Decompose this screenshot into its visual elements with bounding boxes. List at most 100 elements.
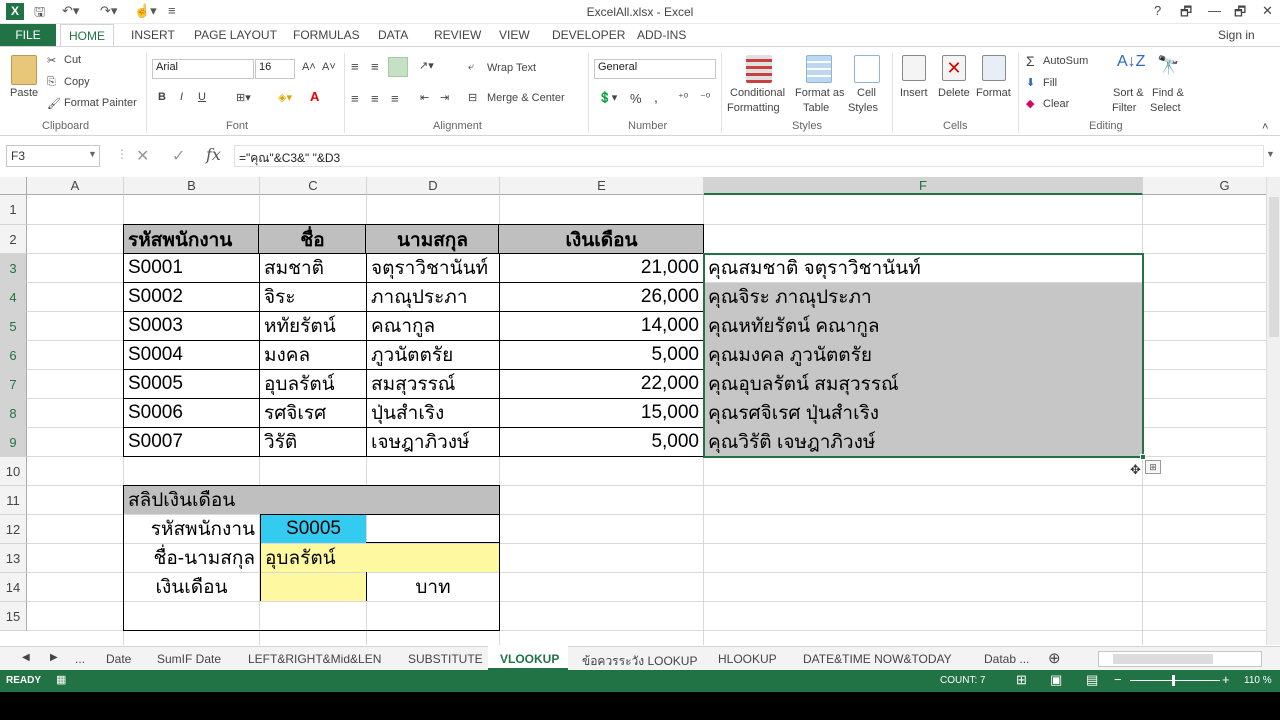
font-color-icon[interactable]: A [310,89,319,104]
align-bottom-icon[interactable] [388,57,408,77]
clear-icon[interactable]: ◆ [1026,97,1034,110]
tab-data[interactable]: DATA [378,28,408,42]
autosum-icon[interactable]: Σ [1026,53,1035,69]
format-cells-icon[interactable] [982,55,1006,81]
font-name-select[interactable]: Arial [152,59,254,79]
salary-slip-title[interactable]: สลิปเงินเดือน [124,486,499,514]
zoom-slider-thumb[interactable] [1172,675,1175,686]
select-all-corner[interactable] [0,177,27,195]
table-cell-salary[interactable]: 15,000 [500,399,703,427]
page-break-view-icon[interactable]: ▤ [1086,672,1098,688]
fill-button[interactable]: Fill [1043,77,1057,89]
row-header-14[interactable]: 14 [0,573,27,602]
merge-center-button[interactable]: Merge & Center [487,92,565,104]
table-cell-last[interactable]: ปุ่นสำเริง [367,399,499,427]
align-middle-icon[interactable]: ≡ [371,59,379,74]
paste-icon[interactable] [11,55,37,85]
row-header-9[interactable]: 9 [0,428,27,457]
fill-icon[interactable]: ⬇ [1026,76,1035,89]
tab-formulas[interactable]: FORMULAS [293,28,360,42]
format-cells-button[interactable]: Format [976,87,1011,99]
fill-color-icon[interactable]: ◈▾ [278,91,292,104]
conditional-formatting-button[interactable]: Conditional [730,87,785,99]
column-header-a[interactable]: A [27,177,124,195]
format-as-table-button[interactable]: Format as [795,87,845,99]
column-header-c[interactable]: C [260,177,367,195]
tab-page-layout[interactable]: PAGE LAYOUT [194,28,277,42]
new-sheet-icon[interactable]: ⊕ [1048,649,1061,667]
row-header-7[interactable]: 7 [0,370,27,399]
find-select-button[interactable]: Find & [1152,87,1184,99]
name-box[interactable]: F3 [6,145,100,167]
vertical-scrollbar[interactable] [1266,177,1280,645]
tab-developer[interactable]: DEVELOPER [552,28,625,42]
table-cell-id[interactable]: S0002 [124,283,259,311]
table-cell-salary[interactable]: 26,000 [500,283,703,311]
vertical-scroll-thumb[interactable] [1269,197,1279,337]
delete-cells-button[interactable]: Delete [938,87,970,99]
find-select-icon[interactable]: 🔭 [1157,55,1179,76]
row-header-12[interactable]: 12 [0,515,27,544]
table-cell-last[interactable]: สมสุวรรณ์ [367,370,499,398]
tab-add-ins[interactable]: ADD-INS [637,28,686,42]
table-cell-salary[interactable]: 5,000 [500,341,703,369]
sheet-tab-more[interactable]: ... [75,652,85,666]
tab-review[interactable]: REVIEW [434,28,481,42]
table-cell-fullname[interactable]: คุณหทัยรัตน์ คณากูล [704,312,1142,340]
row-header-15[interactable]: 15 [0,602,27,631]
column-header-d[interactable]: D [367,177,500,195]
slip-salary-value[interactable] [261,573,366,601]
align-center-icon[interactable]: ≡ [371,91,379,106]
row-header-5[interactable]: 5 [0,312,27,341]
insert-function-icon[interactable]: fx [206,145,221,164]
decrease-decimal-icon[interactable]: ⁻⁰ [700,91,710,104]
table-cell-last[interactable]: ภูวนัตตรัย [367,341,499,369]
sheet-tab-date-time[interactable]: DATE&TIME NOW&TODAY [803,652,952,666]
format-as-table-icon[interactable] [806,55,832,83]
increase-decimal-icon[interactable]: ⁺⁰ [678,91,688,104]
macro-record-icon[interactable]: ▦ [56,673,66,686]
table-cell-first[interactable]: อุบลรัตน์ [260,370,366,398]
wrap-text-button[interactable]: Wrap Text [487,62,536,74]
row-header-4[interactable]: 4 [0,283,27,312]
number-format-select[interactable]: General [594,59,716,79]
increase-indent-icon[interactable]: ⇥ [440,91,449,104]
row-header-13[interactable]: 13 [0,544,27,573]
next-sheet-icon[interactable]: ▶ [50,652,58,663]
horizontal-scrollbar[interactable] [1098,651,1262,667]
align-top-icon[interactable]: ≡ [351,59,359,74]
table-cell-first[interactable]: สมชาติ [260,254,366,282]
sort-filter-icon[interactable]: A↓Z [1117,53,1145,71]
cut-button[interactable]: Cut [64,54,81,66]
insert-cells-button[interactable]: Insert [900,87,928,99]
table-cell-fullname[interactable]: คุณมงคล ภูวนัตตรัย [704,341,1142,369]
header-first-name[interactable]: ชื่อ [260,225,366,254]
column-header-e[interactable]: E [500,177,704,195]
help-icon[interactable]: ? [1154,3,1161,18]
autosum-button[interactable]: AutoSum [1043,55,1088,67]
column-header-f[interactable]: F [704,177,1143,195]
row-header-10[interactable]: 10 [0,457,27,486]
sheet-tab-sumif-date[interactable]: SumIF Date [157,652,221,666]
table-cell-salary[interactable]: 14,000 [500,312,703,340]
zoom-slider[interactable] [1130,680,1220,681]
cancel-icon[interactable]: ✕ [136,146,149,166]
row-header-3[interactable]: 3 [0,254,27,283]
sheet-tab-lookup-caution[interactable]: ข้อควรระวัง LOOKUP [582,652,697,671]
table-cell-first[interactable]: หทัยรัตน์ [260,312,366,340]
slip-id-input[interactable]: S0005 [261,515,366,543]
cell-styles-icon[interactable] [854,55,880,83]
header-employee-id[interactable]: รหัสพนักงาน [124,225,259,254]
percent-button[interactable]: % [630,91,642,106]
table-cell-last[interactable]: ภาณุประภา [367,283,499,311]
table-cell-fullname[interactable]: คุณอุบลรัตน์ สมสุวรรณ์ [704,370,1142,398]
page-layout-view-icon[interactable]: ▣ [1050,672,1062,688]
tab-home[interactable]: HOME [60,24,114,48]
table-cell-salary[interactable]: 5,000 [500,428,703,456]
zoom-level[interactable]: 110 % [1244,675,1272,686]
comma-button[interactable]: , [654,89,658,105]
table-cell-last[interactable]: เจษฎาภิวงษ์ [367,428,499,456]
table-cell-fullname[interactable]: คุณจิระ ภาณุประภา [704,283,1142,311]
italic-button[interactable]: I [180,91,183,103]
horizontal-scroll-thumb[interactable] [1113,654,1213,664]
